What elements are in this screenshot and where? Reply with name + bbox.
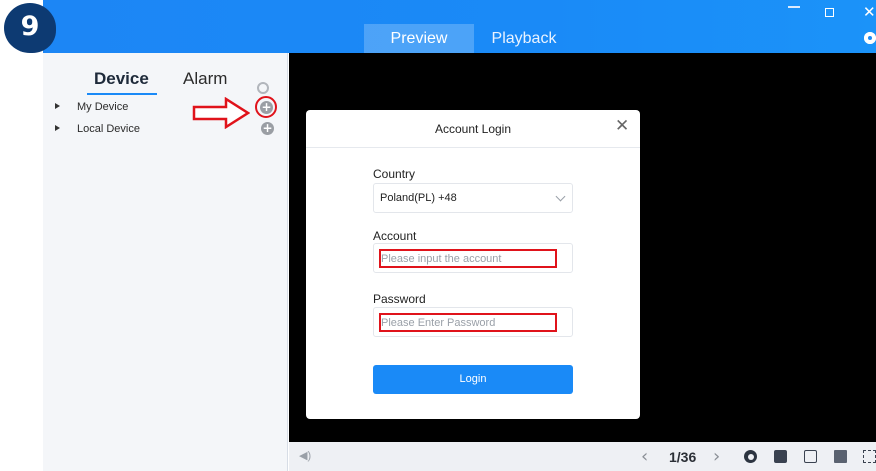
account-field-box bbox=[373, 243, 573, 273]
tab-preview[interactable]: Preview bbox=[364, 24, 474, 53]
maximize-icon[interactable] bbox=[825, 8, 834, 17]
minimize-icon[interactable] bbox=[788, 6, 800, 8]
chevron-down-icon bbox=[555, 191, 566, 202]
login-button[interactable]: Login bbox=[373, 365, 573, 394]
active-tab-underline bbox=[87, 93, 157, 95]
prev-page-icon[interactable]: ‹ bbox=[641, 446, 648, 467]
password-field-box bbox=[373, 307, 573, 337]
sidebar: Device Alarm My Device Local Device + + bbox=[43, 53, 288, 471]
account-label: Account bbox=[373, 229, 417, 243]
password-input[interactable] bbox=[379, 313, 557, 332]
close-all-icon[interactable] bbox=[804, 450, 817, 463]
layout-icon[interactable] bbox=[774, 450, 787, 463]
close-window-icon[interactable]: ✕ bbox=[863, 5, 876, 20]
tree-item-label: My Device bbox=[77, 101, 129, 113]
close-icon[interactable]: ✕ bbox=[615, 116, 629, 136]
step-number-badge: 9 bbox=[4, 3, 56, 53]
refresh-icon[interactable] bbox=[257, 82, 269, 94]
country-select[interactable]: Poland(PL) +48 bbox=[373, 183, 573, 213]
speaker-icon[interactable]: ◀) bbox=[299, 451, 311, 462]
dialog-title: Account Login bbox=[434, 122, 512, 136]
settings-gear-icon[interactable] bbox=[864, 32, 876, 44]
tree-item-label: Local Device bbox=[77, 123, 140, 135]
expand-arrow-icon[interactable] bbox=[55, 125, 60, 131]
highlight-circle-annotation bbox=[255, 96, 277, 118]
tree-item-my-device[interactable]: My Device bbox=[55, 101, 128, 113]
sidebar-tab-alarm[interactable]: Alarm bbox=[183, 69, 227, 89]
account-login-dialog: Account Login ✕ Country Poland(PL) +48 A… bbox=[306, 110, 640, 419]
bottom-toolbar: ◀) ‹ 1/36 › bbox=[289, 442, 876, 471]
country-label: Country bbox=[373, 167, 416, 181]
fullscreen-icon[interactable] bbox=[863, 450, 876, 463]
password-label: Password bbox=[373, 292, 426, 306]
tab-playback[interactable]: Playback bbox=[474, 24, 574, 53]
next-page-icon[interactable]: › bbox=[713, 446, 720, 467]
add-local-device-plus-icon[interactable]: + bbox=[261, 122, 274, 135]
expand-arrow-icon[interactable] bbox=[55, 103, 60, 109]
account-input[interactable] bbox=[379, 249, 557, 268]
tree-item-local-device[interactable]: Local Device bbox=[55, 123, 140, 135]
page-indicator: 1/36 bbox=[669, 449, 697, 465]
dialog-header: Account Login ✕ bbox=[306, 110, 640, 148]
red-arrow-icon bbox=[192, 97, 250, 129]
refresh-icon[interactable] bbox=[744, 450, 757, 463]
grid-icon[interactable] bbox=[834, 450, 847, 463]
title-bar: Preview Playback ✕ bbox=[43, 0, 876, 53]
country-value: Poland(PL) +48 bbox=[380, 192, 457, 204]
sidebar-tab-device[interactable]: Device bbox=[94, 69, 149, 89]
